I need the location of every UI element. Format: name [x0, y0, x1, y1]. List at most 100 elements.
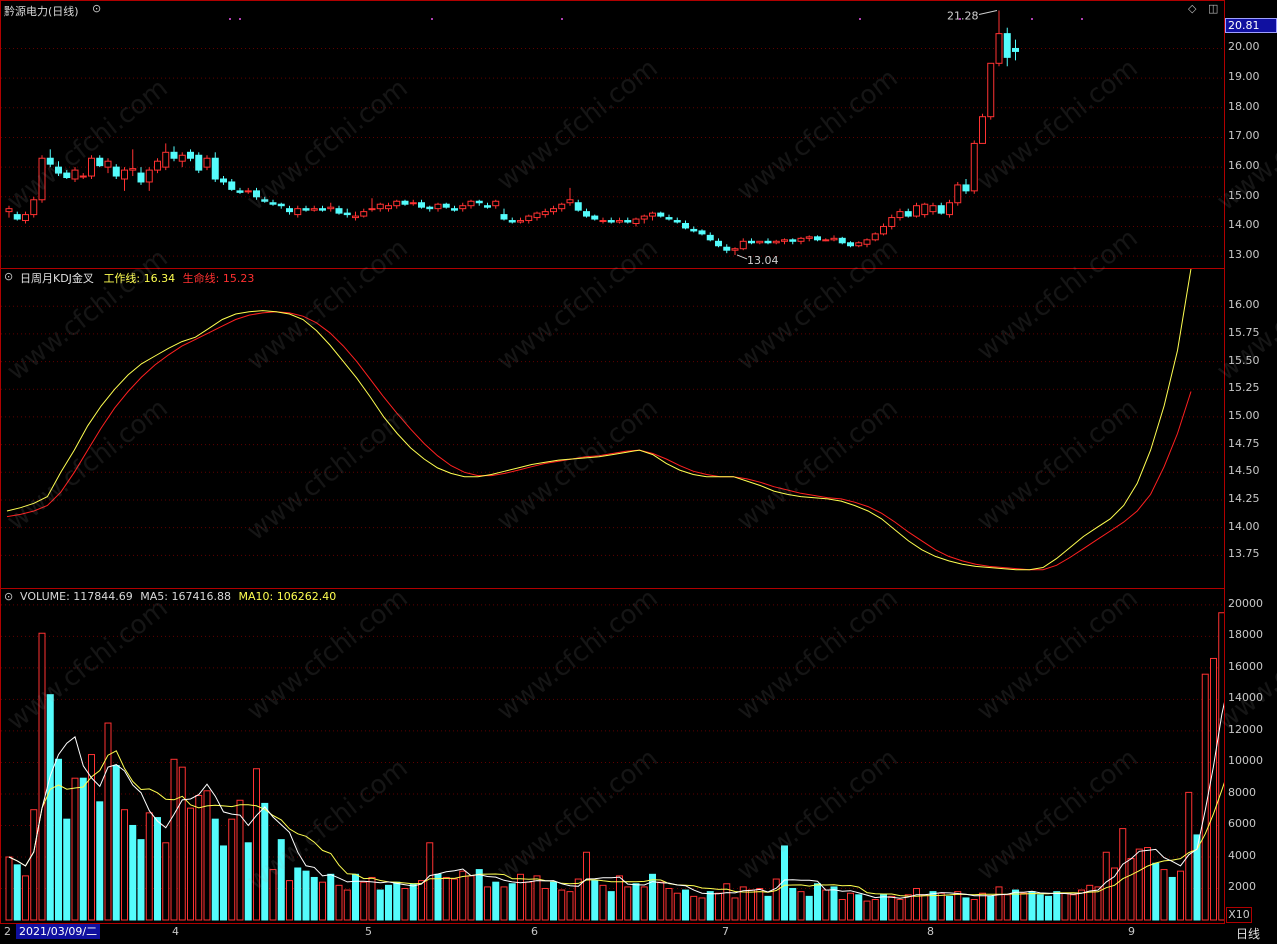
candle-body	[121, 169, 128, 180]
volume-bar	[550, 881, 557, 921]
volume-bar	[781, 845, 788, 921]
candle-body	[79, 175, 87, 178]
volume-bar	[195, 795, 203, 921]
volume-bar	[467, 875, 475, 921]
event-marker	[561, 18, 563, 20]
volume-bar	[376, 889, 384, 921]
volume-bar	[1036, 894, 1044, 921]
candle-body	[1012, 47, 1019, 52]
title-dropdown-icon[interactable]: ⊙	[92, 2, 101, 15]
volume-bar	[1028, 891, 1036, 921]
candle-body	[368, 208, 376, 211]
candle-body	[731, 248, 739, 251]
candle-body	[46, 157, 54, 165]
volume-bar	[1168, 876, 1176, 921]
volume-dropdown-icon[interactable]: ⊙	[4, 590, 13, 603]
candle-body	[434, 203, 442, 210]
candle-body	[533, 212, 541, 219]
diamond-icon[interactable]: ◇	[1188, 2, 1196, 15]
volume-bar	[401, 887, 409, 921]
volume-bar	[995, 886, 1003, 921]
life-line-label: 生命线:	[182, 272, 220, 285]
price-tick-label: 13.00	[1228, 248, 1260, 262]
volume-bar	[764, 895, 772, 921]
candle-body	[162, 151, 170, 168]
volume-bar	[657, 881, 665, 921]
price-tick-label: 17.00	[1228, 129, 1260, 143]
low-arrow	[736, 254, 748, 260]
volume-bar	[1053, 891, 1061, 921]
kdj-tick-label: 16.00	[1228, 298, 1260, 312]
price-tick-label: 19.00	[1228, 70, 1260, 84]
volume-bar	[368, 876, 376, 921]
event-marker	[239, 18, 241, 20]
kdj-dropdown-icon[interactable]: ⊙	[4, 270, 13, 283]
kdj-tick-label: 13.75	[1228, 547, 1260, 561]
candle-body	[187, 151, 194, 159]
candle-body	[624, 220, 632, 223]
candle-body	[962, 184, 970, 192]
volume-bar	[517, 873, 524, 921]
candlestick-chart[interactable]: 21.28 13.04	[1, 1, 1224, 268]
volume-bar	[525, 881, 533, 921]
candle-body	[112, 166, 120, 177]
volume-bar	[96, 801, 104, 921]
kdj-tick-label: 15.25	[1228, 381, 1260, 395]
volume-header: VOLUME: 117844.69 MA5: 167416.88 MA10: 1…	[20, 590, 336, 603]
period-label[interactable]: 日线	[1236, 925, 1260, 942]
volume-bar	[426, 842, 434, 921]
month-label: 4	[172, 925, 179, 938]
candle-body	[442, 203, 450, 208]
kdj-chart[interactable]	[1, 269, 1224, 588]
high-arrow	[978, 10, 998, 15]
candle-body	[269, 202, 277, 205]
volume-bar	[1135, 848, 1143, 921]
low-price-label: 13.04	[747, 254, 779, 267]
candle-body	[896, 211, 904, 219]
volume-bar	[756, 887, 764, 921]
volume-bar	[772, 878, 780, 921]
volume-chart[interactable]	[1, 589, 1224, 923]
volume-bar	[805, 895, 813, 921]
price-tick-label: 15.00	[1228, 188, 1260, 202]
kdj-panel[interactable]	[0, 268, 1225, 589]
price-tick-label: 14.00	[1228, 218, 1260, 232]
candle-body	[63, 172, 71, 179]
volume-bar	[1119, 828, 1127, 921]
life-line-value: 15.23	[222, 272, 255, 285]
volume-bar	[500, 886, 508, 921]
candle-body	[286, 208, 293, 213]
candle-body	[418, 202, 425, 208]
volume-bar	[137, 839, 145, 921]
volume-bar	[112, 765, 120, 921]
volume-bar	[228, 818, 236, 921]
volume-panel[interactable]	[0, 588, 1225, 924]
event-marker	[959, 18, 961, 20]
price-tick-label: 16.00	[1228, 159, 1260, 173]
candle-body	[211, 157, 219, 180]
candle-body	[797, 237, 805, 242]
volume-bar	[797, 891, 805, 921]
volume-bar	[1144, 847, 1151, 921]
volume-bar	[814, 883, 821, 921]
candle-body	[294, 208, 302, 216]
volume-bar	[1127, 858, 1135, 921]
volume-bar	[583, 851, 590, 921]
price-panel[interactable]: 21.28 13.04	[0, 0, 1225, 269]
volume-bar	[682, 889, 689, 921]
month-label: 5	[365, 925, 372, 938]
volume-label: VOLUME:	[20, 590, 70, 603]
work-line	[6, 269, 1192, 571]
candle-body	[236, 190, 244, 193]
window-toggle-icon[interactable]: ◫	[1208, 2, 1218, 15]
volume-bar	[220, 845, 227, 921]
volume-tick-label: 4000	[1228, 848, 1256, 862]
candle-body	[632, 218, 640, 225]
volume-bar	[748, 889, 755, 921]
ma10-value: 106262.40	[276, 590, 337, 603]
volume-bar	[451, 878, 458, 921]
candle-body	[855, 242, 863, 247]
volume-tick-label: 2000	[1228, 880, 1256, 894]
volume-bar	[1185, 791, 1193, 921]
volume-bar	[830, 886, 838, 921]
